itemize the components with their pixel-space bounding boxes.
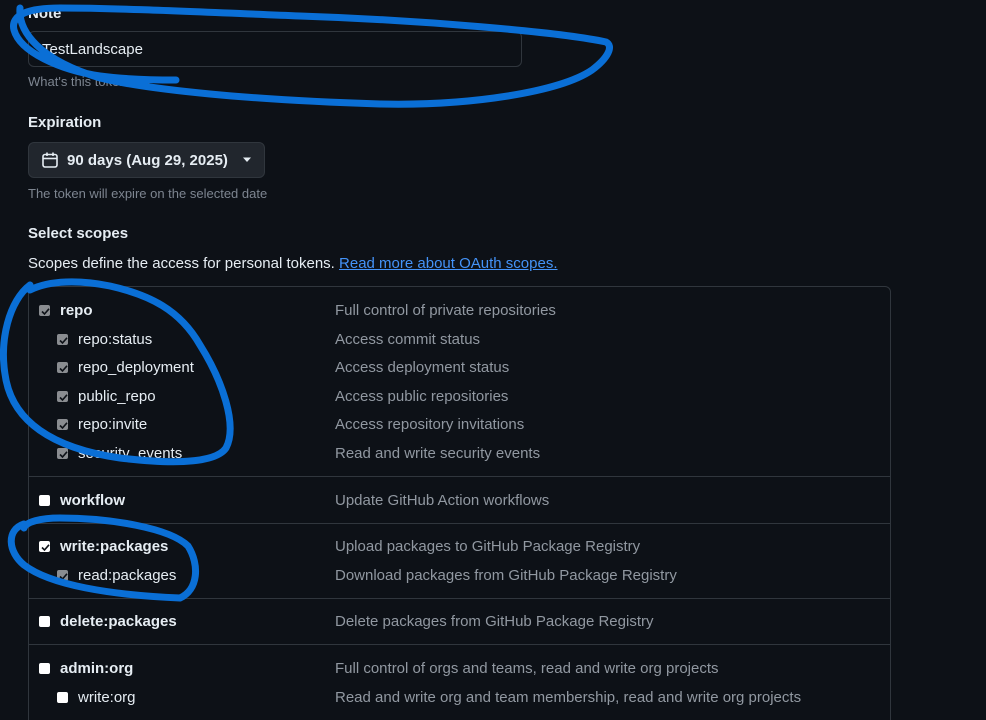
scope-name: security_events: [78, 445, 183, 462]
check-icon: [59, 337, 68, 345]
expiration-label: Expiration: [28, 114, 102, 131]
scope-row: repo Full control of private repositories: [29, 300, 890, 324]
calendar-icon: [41, 151, 59, 169]
check-icon: [59, 394, 68, 402]
scope-row: read:packages Download packages from GitH…: [29, 565, 890, 589]
scope-checkbox[interactable]: [57, 391, 68, 402]
scope-name: repo:status: [78, 331, 153, 348]
note-hint: What's this token for?: [28, 74, 153, 89]
check-icon: [41, 308, 50, 316]
check-icon: [59, 422, 68, 430]
scope-name: repo:invite: [78, 416, 148, 433]
scope-name: write:org: [78, 689, 136, 706]
check-icon: [59, 365, 68, 373]
scope-checkbox[interactable]: [57, 448, 68, 459]
scope-description: Upload packages to GitHub Package Regist…: [335, 538, 641, 555]
scope-checkbox[interactable]: [57, 419, 68, 430]
note-input[interactable]: [28, 31, 522, 67]
scope-checkbox[interactable]: [57, 692, 68, 703]
scope-name: public_repo: [78, 388, 156, 405]
scope-checkbox[interactable]: [57, 334, 68, 345]
group-divider: [29, 598, 890, 599]
scope-row: repo:status Access commit status: [29, 329, 890, 353]
scopes-description: Scopes define the access for personal to…: [28, 255, 558, 272]
scope-row: write:packages Upload packages to GitHub …: [29, 536, 890, 560]
scope-name: workflow: [60, 492, 126, 509]
scope-name: write:packages: [60, 538, 169, 555]
scope-row: repo:invite Access repository invitations: [29, 414, 890, 438]
scope-row: workflow Update GitHub Action workflows: [29, 490, 890, 514]
expiration-hint: The token will expire on the selected da…: [28, 186, 268, 201]
scope-checkbox[interactable]: [39, 616, 50, 627]
group-divider: [29, 476, 890, 477]
scope-checkbox[interactable]: [39, 305, 50, 316]
scope-row: write:org Read and write org and team mem…: [29, 687, 890, 711]
check-icon: [59, 451, 68, 459]
scope-name: read:packages: [78, 567, 177, 584]
scope-description: Access deployment status: [335, 359, 510, 376]
scope-description: Access commit status: [335, 331, 481, 348]
token-settings-page: Note What's this token for? Expiration 9…: [0, 0, 986, 720]
scope-description: Access public repositories: [335, 388, 509, 405]
scope-description: Read and write security events: [335, 445, 541, 462]
check-icon: [59, 573, 68, 581]
scopes-title: Select scopes: [28, 225, 129, 242]
scope-row: repo_deployment Access deployment status: [29, 357, 890, 381]
expiration-select-button[interactable]: 90 days (Aug 29, 2025): [28, 142, 265, 178]
scope-name: admin:org: [60, 660, 134, 677]
scope-checkbox[interactable]: [39, 495, 50, 506]
scope-row: security_events Read and write security e…: [29, 443, 890, 467]
scope-checkbox[interactable]: [57, 570, 68, 581]
group-divider: [29, 523, 890, 524]
scope-description: Full control of orgs and teams, read and…: [335, 660, 719, 677]
scope-checkbox[interactable]: [39, 663, 50, 674]
scope-row: admin:org Full control of orgs and teams,…: [29, 658, 890, 682]
scope-description: Delete packages from GitHub Package Regi…: [335, 613, 654, 630]
scope-table: repo Full control of private repositories…: [28, 286, 891, 720]
scope-description: Download packages from GitHub Package Re…: [335, 567, 677, 584]
expiration-selected-value: 90 days (Aug 29, 2025): [67, 151, 228, 169]
triangle-down-icon: [242, 157, 252, 163]
scope-description: Access repository invitations: [335, 416, 525, 433]
check-icon: [41, 544, 50, 552]
scope-description: Update GitHub Action workflows: [335, 492, 550, 509]
scope-description: Read and write org and team membership, …: [335, 689, 802, 706]
scope-name: delete:packages: [60, 613, 177, 630]
scope-row: delete:packages Delete packages from GitH…: [29, 611, 890, 635]
scope-checkbox[interactable]: [57, 362, 68, 373]
group-divider: [29, 644, 890, 645]
scope-name: repo_deployment: [78, 359, 194, 376]
scope-description: Full control of private repositories: [335, 302, 556, 319]
scope-name: repo: [60, 302, 93, 319]
oauth-scopes-link[interactable]: Read more about OAuth scopes.: [339, 255, 557, 272]
note-label: Note: [28, 5, 62, 22]
scope-row: public_repo Access public repositories: [29, 386, 890, 410]
scope-checkbox[interactable]: [39, 541, 50, 552]
scopes-description-text: Scopes define the access for personal to…: [28, 255, 335, 272]
